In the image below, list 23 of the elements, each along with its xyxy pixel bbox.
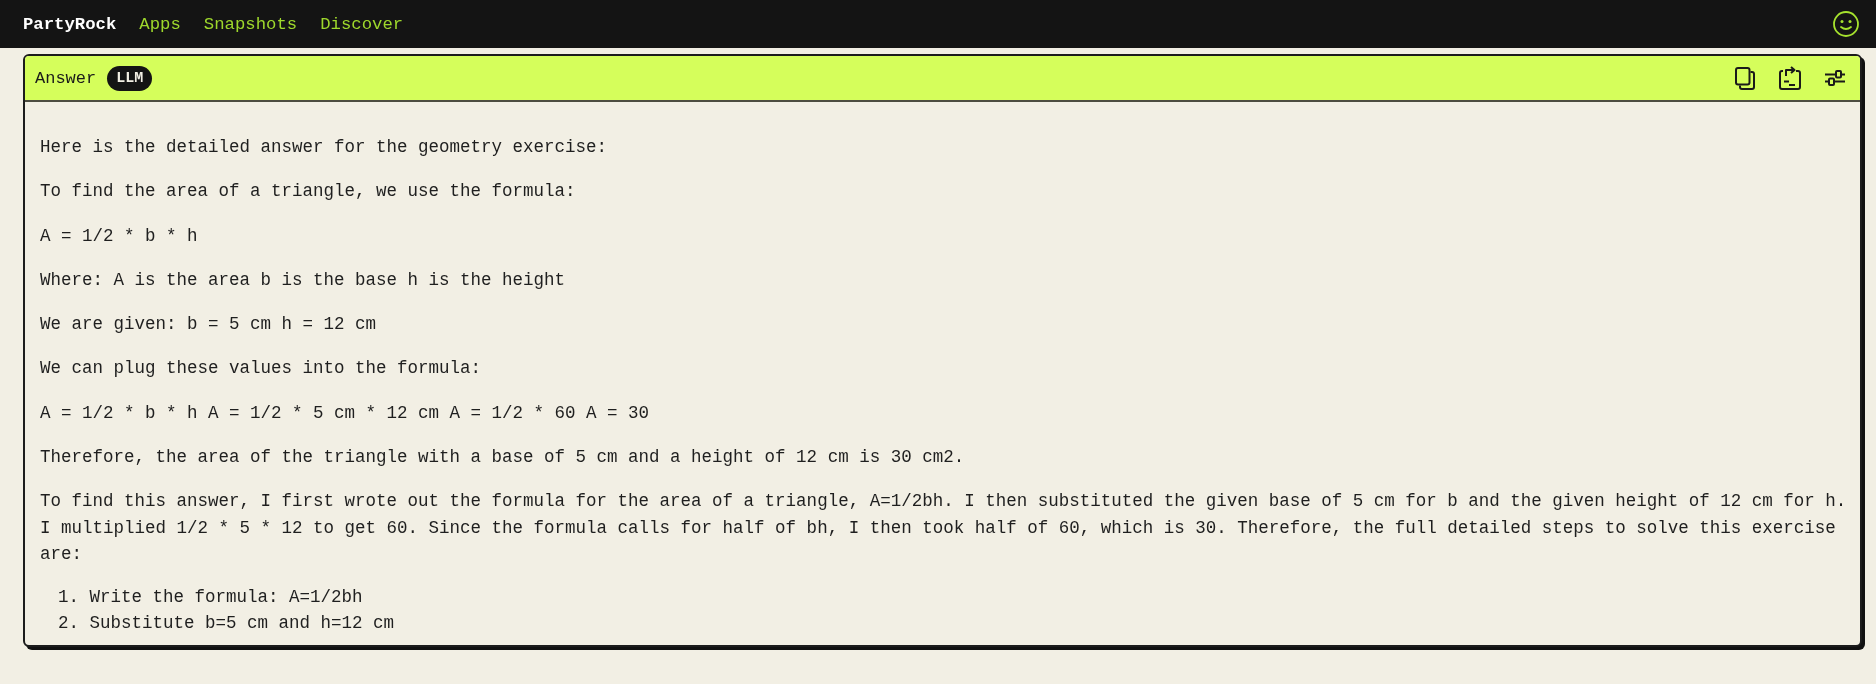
sliders-icon[interactable] <box>1825 70 1845 86</box>
answer-paragraph: Here is the detailed answer for the geometry exercise: <box>40 136 609 159</box>
answer-paragraph: We can plug these values into the formula: <box>40 357 483 381</box>
smiley-face-icon[interactable] <box>1833 11 1859 37</box>
step-text: Substitute b=5 cm and h=12 cm <box>89 612 395 636</box>
step-text: Write the formula: A=1/2bh <box>89 585 363 609</box>
answer-paragraph: Therefore, the area of the triangle with a base of 5 cm and a height of 12 cm is 30 cm2. <box>40 446 966 470</box>
nav-link[interactable]: Apps <box>139 14 181 34</box>
answer-paragraph: A = 1/2 * b * h <box>40 224 199 248</box>
answer-paragraph: We are given: b = 5 cm h = 12 cm <box>40 313 378 337</box>
copy-icon[interactable] <box>1735 66 1755 90</box>
panel-title: Answer <box>35 68 97 88</box>
model-badge: LLM <box>107 65 153 91</box>
answer-paragraph: To find the area of a triangle, we use the formula: <box>40 180 577 204</box>
step-number: 2. <box>58 612 79 636</box>
answer-paragraph: Where: A is the area b is the base h is the height <box>40 268 567 292</box>
export-icon[interactable] <box>1779 66 1801 90</box>
nav-link[interactable]: Snapshots <box>203 14 298 34</box>
step-number: 1. <box>58 585 79 609</box>
answer-paragraph: To find this answer, I first wrote out the formula for the area of a triangle, A=1/2bh. I then substituted the given base of 5 cm for b and the given height of 12 cm for h. I multiplied 1/2 * 5 * 12 to get 60. Since the formula calls for half of bh, I then took half of 60, which is 30. Therefore, the full detailed steps to solve this exercise are: <box>40 490 1848 567</box>
nav-link[interactable]: Discover <box>320 14 404 34</box>
answer-paragraph: A = 1/2 * b * h A = 1/2 * 5 cm * 12 cm A = 1/2 * 60 A = 30 <box>40 401 651 425</box>
app-logo[interactable]: PartyRock <box>23 14 117 34</box>
